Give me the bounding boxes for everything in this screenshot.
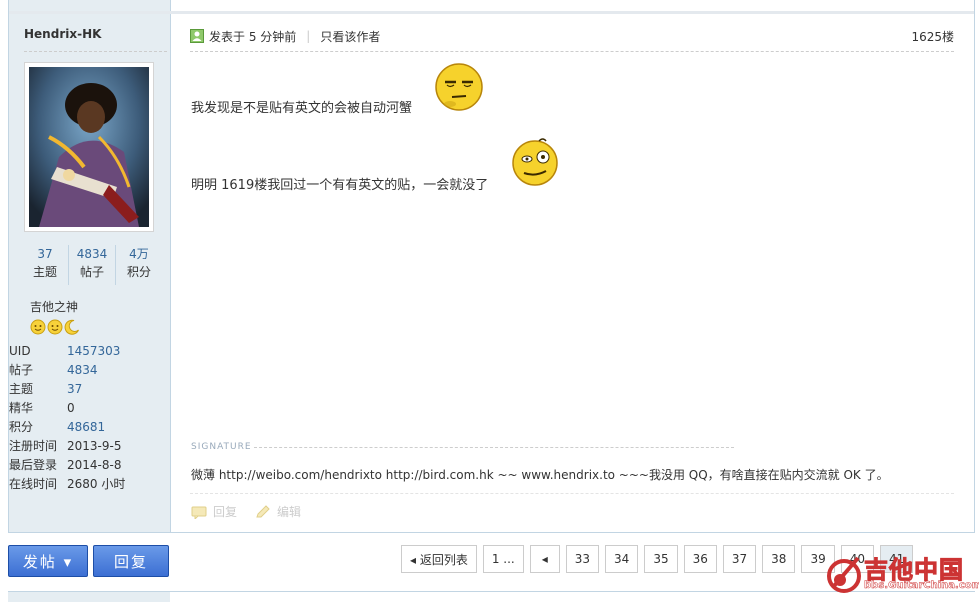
speechless-emoji-icon	[435, 63, 483, 111]
reply-icon	[191, 506, 207, 519]
info-row: 注册时间 2013-9-5	[9, 439, 122, 453]
info-row: 最后登录 2014-8-8	[9, 458, 122, 472]
reply-action[interactable]: 回复	[191, 503, 237, 520]
view-author-only-link[interactable]: 只看该作者	[320, 28, 380, 45]
info-row: 在线时间 2680 小时	[9, 477, 126, 491]
post-actions: 回复 编辑	[191, 503, 301, 520]
info-row: UID 1457303	[9, 344, 121, 358]
sun-icon	[47, 319, 63, 335]
previous-post-bottom	[8, 0, 975, 14]
info-row: 精华 0	[9, 401, 75, 415]
stat-credits[interactable]: 4万 积分	[115, 245, 162, 285]
user-rank: 吉他之神	[30, 300, 79, 314]
back-to-list-button[interactable]: ◂ 返回列表	[401, 545, 477, 573]
stat-threads[interactable]: 37 主题	[22, 245, 68, 285]
post-time: 发表于 5 分钟前	[209, 29, 297, 44]
stat-posts[interactable]: 4834 帖子	[68, 245, 115, 285]
forum-post: Hendrix-HK 37 主题 4834 帖子 4万 积分 吉他之神 UID …	[8, 14, 975, 533]
edit-action[interactable]: 编辑	[255, 503, 301, 520]
online-user-icon	[190, 29, 204, 43]
info-row: 帖子 4834	[9, 363, 98, 377]
author-sidebar: Hendrix-HK 37 主题 4834 帖子 4万 积分 吉他之神 UID …	[9, 14, 171, 532]
page-link[interactable]: 34	[605, 545, 639, 573]
author-name[interactable]: Hendrix-HK	[24, 27, 101, 41]
rank-icons	[30, 319, 80, 335]
moon-icon	[64, 319, 79, 335]
post-text-line-1: 我发现是不是贴有英文的会被自动河蟹	[191, 101, 413, 116]
author-stats: 37 主题 4834 帖子 4万 积分	[22, 245, 162, 285]
page-link[interactable]: 38	[762, 545, 796, 573]
sun-icon	[30, 319, 46, 335]
confused-emoji-icon	[512, 138, 558, 186]
forum-page: Hendrix-HK 37 主题 4834 帖子 4万 积分 吉他之神 UID …	[0, 0, 979, 602]
new-thread-button[interactable]: 发帖 ▾	[8, 545, 88, 577]
avatar-image	[29, 67, 149, 227]
signature-text: 微薄 http://weibo.com/hendrixto http://bir…	[191, 468, 889, 482]
page-link[interactable]: 37	[722, 545, 757, 573]
separator: |	[306, 29, 311, 43]
pencil-icon	[256, 504, 270, 517]
info-row: 主题 37	[9, 382, 83, 396]
site-watermark: 吉他中国 bbs.GuitarChina.com	[826, 550, 979, 598]
floor-number[interactable]: 1625楼	[911, 28, 954, 45]
page-link[interactable]: 33	[565, 545, 600, 573]
reply-button[interactable]: 回复	[93, 545, 169, 577]
post-meta: 发表于 5 分钟前 | 只看该作者 1625楼	[190, 26, 954, 46]
page-prev[interactable]: ◂	[529, 545, 560, 573]
page-link[interactable]: 35	[644, 545, 678, 573]
post-text-line-2: 明明 1619楼我回过一个有有英文的贴，一会就没了	[191, 178, 489, 193]
watermark-site: bbs.GuitarChina.com	[864, 580, 979, 592]
signature-title: SIGNATURE	[191, 442, 252, 452]
post-content-area: 发表于 5 分钟前 | 只看该作者 1625楼 我发现是不是贴有英文的会被自动河…	[172, 14, 974, 532]
author-profile-info: UID 1457303 帖子 4834 主题 37 精华 0 积分 48681 …	[9, 342, 171, 494]
page-first[interactable]: 1 ...	[482, 545, 524, 573]
info-row: 积分 48681	[9, 420, 106, 434]
page-link[interactable]: 36	[683, 545, 717, 573]
guitar-logo-icon	[827, 556, 861, 593]
avatar[interactable]	[24, 62, 154, 232]
